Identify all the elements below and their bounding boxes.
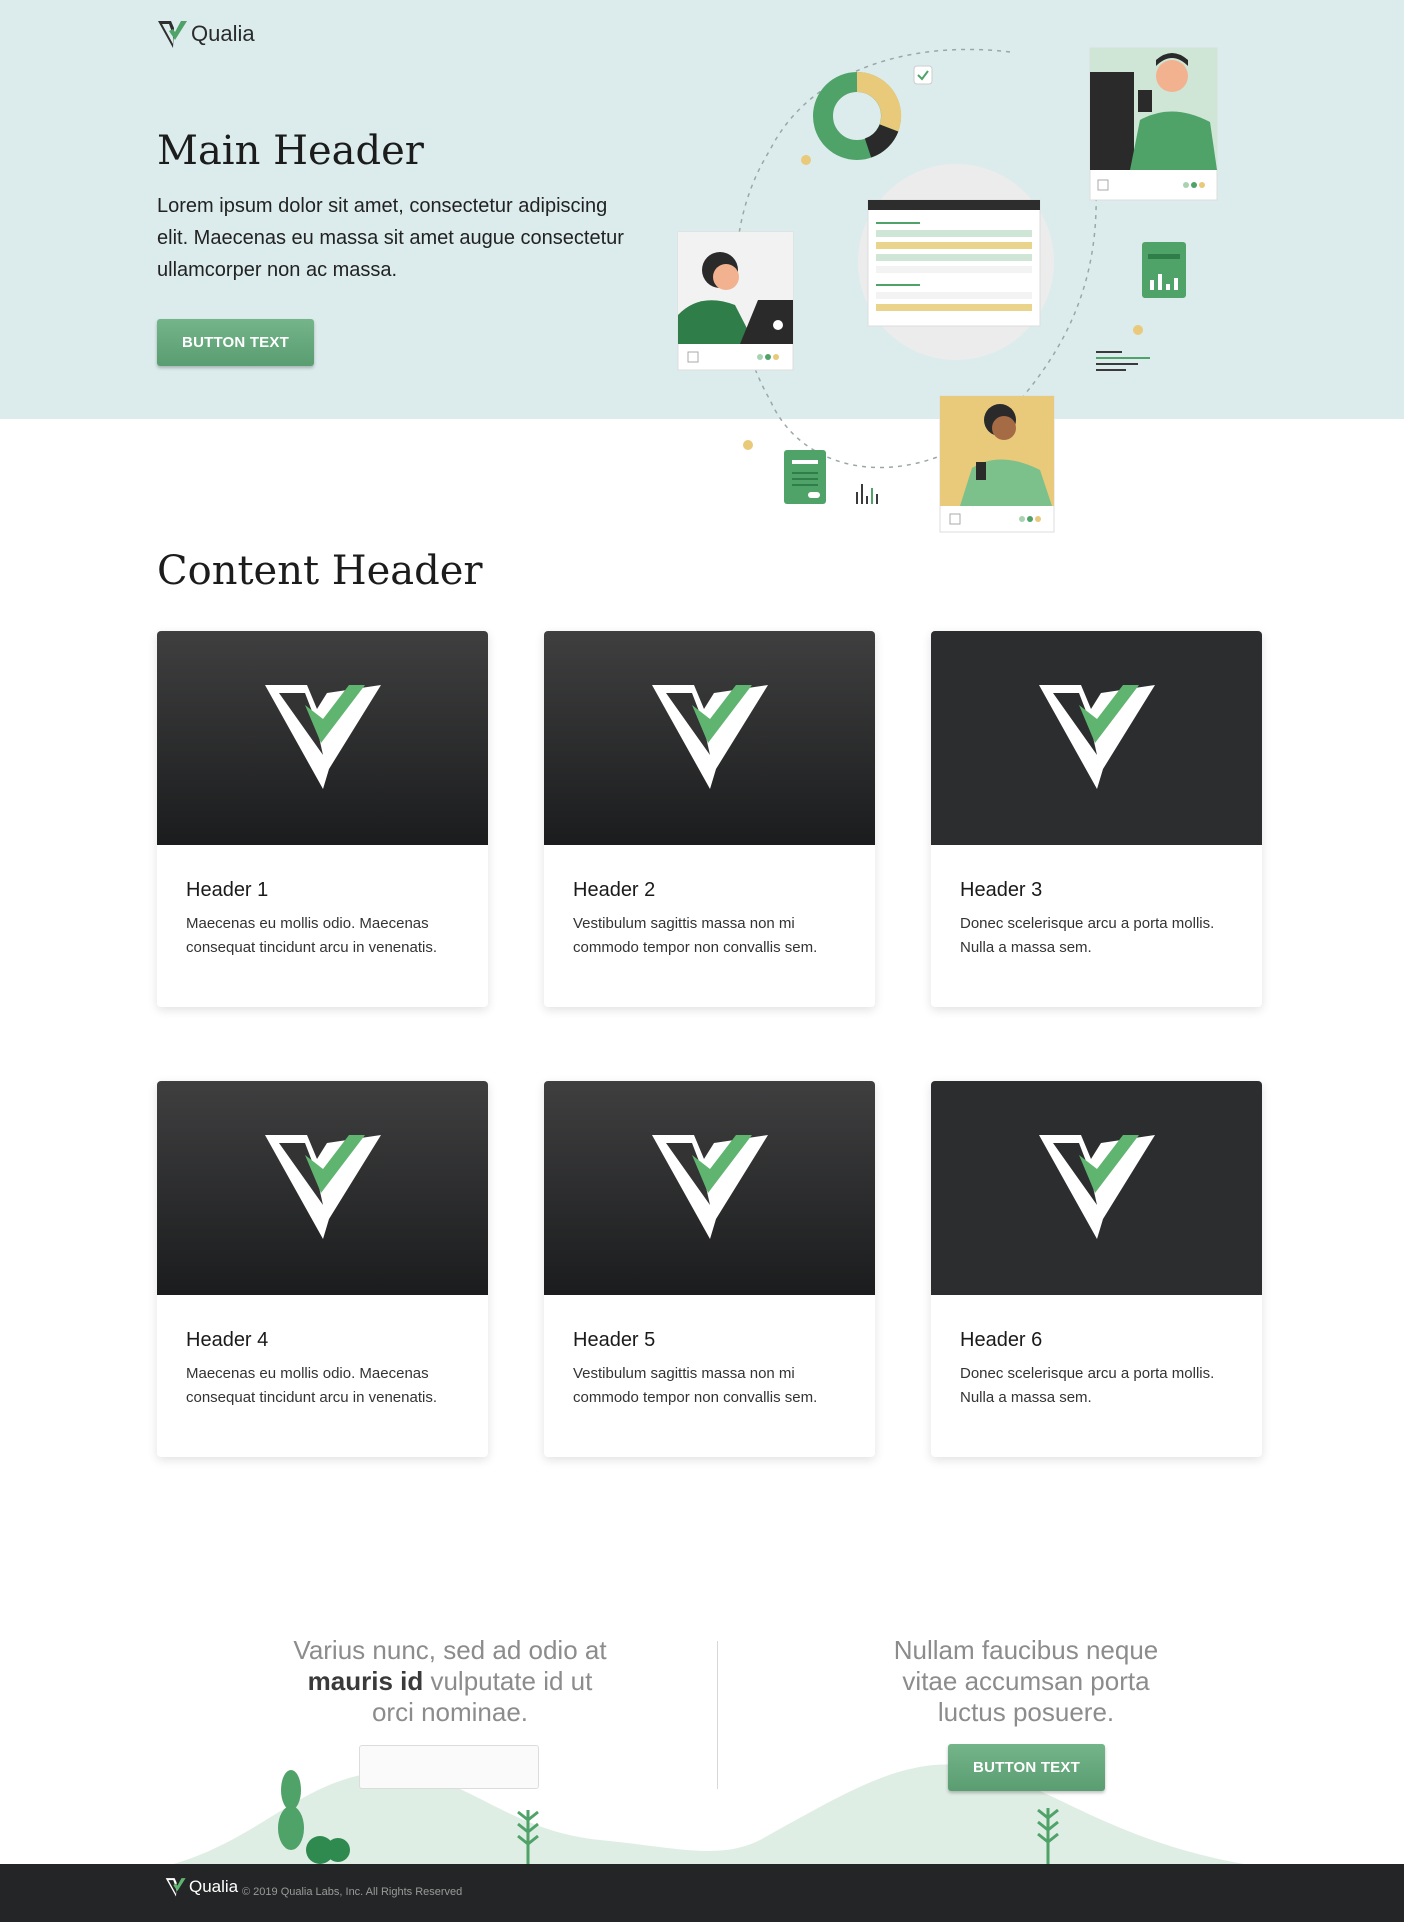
card-title: Header 6 [960,1329,1043,1351]
card-image [157,1081,488,1295]
card-image [544,1081,875,1295]
qualia-logo-icon [264,685,381,789]
content-header: Content Header [157,548,483,594]
cta-left-pre: Varius nunc, sed ad odio at [293,1635,607,1665]
card-text: Maecenas eu mollis odio. Maecenas conseq… [186,915,437,956]
donut-chart-icon [813,71,902,160]
card-6[interactable]: Header 6 Donec scelerisque arcu a porta … [931,1081,1262,1457]
card-title: Header 1 [186,879,269,901]
checkbox-icon [913,65,933,85]
card-title: Header 2 [573,879,656,901]
person-card-tablet-icon [1089,47,1218,201]
footer: Qualia © 2019 Qualia Labs, Inc. All Righ… [0,1864,1404,1922]
document-icon [784,450,826,504]
hero-illustration [677,47,1218,533]
card-1[interactable]: Header 1 Maecenas eu mollis odio. Maecen… [157,631,488,1007]
card-image [544,631,875,845]
person-card-phone-icon [939,395,1055,533]
card-image [931,631,1262,845]
qualia-logo-icon [651,685,768,789]
bar-report-icon [1142,242,1186,298]
footer-logo[interactable]: Qualia [165,1876,238,1898]
copyright-text: © 2019 Qualia Labs, Inc. All Rights Rese… [242,1886,463,1898]
card-text: Donec scelerisque arcu a porta mollis. N… [960,1365,1215,1406]
qualia-logo-icon [158,21,187,48]
cta-right-text: Nullam faucibus neque vitae accumsan por… [893,1635,1159,1727]
card-2[interactable]: Header 2 Vestibulum sagittis massa non m… [544,631,875,1007]
hero-description: Lorem ipsum dolor sit amet, consectetur … [157,195,624,281]
cta-divider [717,1641,718,1789]
card-4[interactable]: Header 4 Maecenas eu mollis odio. Maecen… [157,1081,488,1457]
email-input[interactable] [359,1745,539,1789]
text-lines-icon [1096,351,1150,371]
brand-name: Qualia [191,21,255,46]
card-title: Header 4 [186,1329,269,1351]
card-text: Donec scelerisque arcu a porta mollis. N… [960,915,1215,956]
qualia-logo-icon [165,1878,186,1897]
cta-button[interactable]: BUTTON TEXT [948,1744,1105,1791]
card-title: Header 3 [960,879,1043,901]
mini-bars-icon [856,484,878,504]
data-table-icon [867,199,1041,327]
card-text: Maecenas eu mollis odio. Maecenas conseq… [186,1365,437,1406]
cta-left-text: Varius nunc, sed ad odio at mauris id vu… [290,1635,610,1728]
footer-brand-name: Qualia [189,1877,239,1896]
person-card-laptop-icon [677,231,794,371]
hero-cta-button[interactable]: BUTTON TEXT [157,319,314,366]
hills-illustration [170,1764,1250,1865]
card-5[interactable]: Header 5 Vestibulum sagittis massa non m… [544,1081,875,1457]
header-logo[interactable]: Qualia [157,18,255,50]
qualia-logo-icon [264,1135,381,1239]
cta-left-bold: mauris id [307,1666,424,1696]
qualia-logo-icon [1038,1135,1155,1239]
card-text: Vestibulum sagittis massa non mi commodo… [573,1365,818,1406]
card-3[interactable]: Header 3 Donec scelerisque arcu a porta … [931,631,1262,1007]
card-image [931,1081,1262,1295]
qualia-logo-icon [1038,685,1155,789]
card-title: Header 5 [573,1329,656,1351]
qualia-logo-icon [651,1135,768,1239]
main-header: Main Header [157,128,424,174]
card-image [157,631,488,845]
card-text: Vestibulum sagittis massa non mi commodo… [573,915,818,956]
